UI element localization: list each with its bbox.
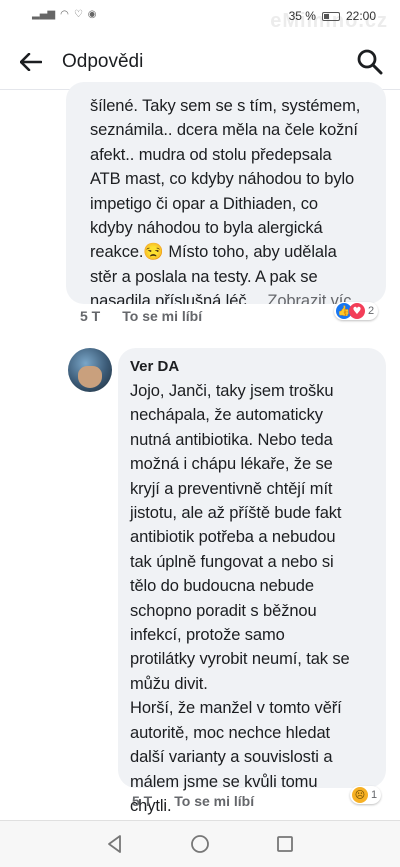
reaction-count: 1 [371,789,378,801]
status-icons-right: 35 % 22:00 [289,9,376,23]
comment-text: šílené. Taky sem se s tím, systémem, sez… [90,94,372,304]
page-title: Odpovědi [62,51,144,72]
nav-home-icon[interactable] [189,833,211,855]
comment-author[interactable]: Ver DA [130,358,374,375]
comment-meta: 5 T To se mi líbí [132,793,254,809]
comment-bubble[interactable]: Ver DA Jojo, Janči, taky jsem trošku nec… [118,348,386,815]
back-arrow-svg [20,53,42,71]
avatar[interactable] [68,348,112,392]
comment-time: 5 T [80,308,101,324]
battery-percent: 35 % [288,9,316,23]
like-button[interactable]: To se mi líbí [174,793,254,809]
reactions-badge[interactable]: 👍 ♥ 2 [334,302,379,320]
messenger-icon: ◉ [87,9,97,20]
wifi-icon: ◠ [60,9,69,20]
notification-icon: ♡ [73,9,83,20]
reactions-badge[interactable]: ☹ 1 [350,786,382,804]
comment-time: 5 T [132,793,153,809]
love-reaction-icon: ♥ [349,303,365,319]
comment-meta: 5 T To se mi líbí [80,308,202,324]
like-button[interactable]: To se mi líbí [122,308,202,324]
signal-icon: ▂▄▆ [32,9,56,20]
clock: 22:00 [345,9,376,23]
status-bar: ▂▄▆ ◠ ♡ ◉ eMimino.cz 35 % 22:00 [0,0,400,34]
comment-bubble[interactable]: šílené. Taky sem se s tím, systémem, sez… [66,82,386,304]
status-icons-left: ▂▄▆ ◠ ♡ ◉ [32,9,97,20]
reaction-count: 2 [368,305,375,317]
system-nav-bar [0,820,400,867]
comment-text: Jojo, Janči, taky jsem trošku nechápala,… [130,382,350,815]
battery-icon [321,11,340,21]
nav-back-icon[interactable] [104,833,126,855]
sad-reaction-icon: ☹ [352,787,368,803]
comment-body: šílené. Taky sem se s tím, systémem, sez… [90,97,361,304]
back-arrow-icon[interactable] [16,47,46,77]
search-icon[interactable] [356,48,384,76]
search-svg [357,49,383,75]
nav-recents-icon[interactable] [274,833,296,855]
